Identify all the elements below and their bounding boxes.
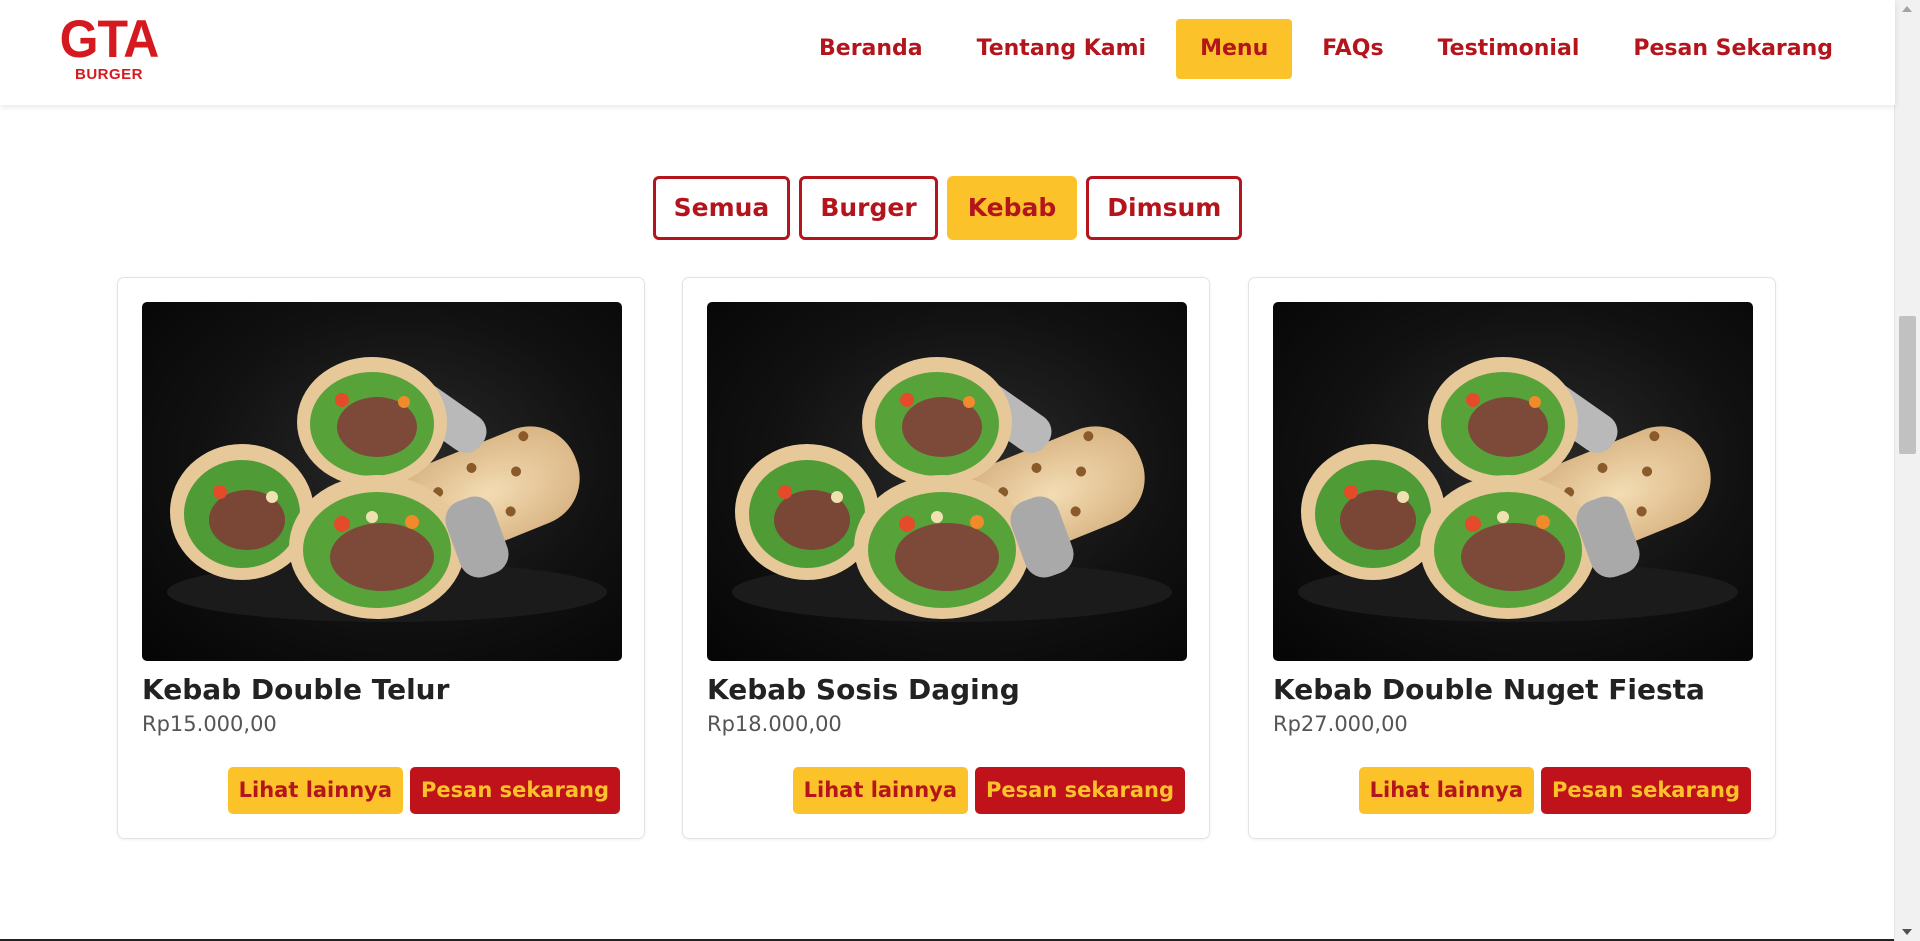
product-card: Kebab Double Nuget Fiesta Rp27.000,00 Li… [1248,277,1776,839]
kebab-illustration [732,357,1172,622]
main-nav: Beranda Tentang Kami Menu FAQs Testimoni… [795,19,1857,79]
filter-semua-button[interactable]: Semua [652,176,791,240]
logo-text: GTA [59,9,160,69]
filter-burger-button[interactable]: Burger [799,176,938,240]
see-more-button[interactable]: Lihat lainnya [1358,767,1535,814]
kebab-illustration [1298,357,1738,622]
scroll-thumb[interactable] [1899,316,1916,454]
vertical-scrollbar[interactable] [1894,0,1920,941]
kebab-image [707,302,1187,661]
see-more-button[interactable]: Lihat lainnya [792,767,969,814]
nav-item-tentang-kami[interactable]: Tentang Kami [953,19,1170,79]
kebab-image [142,302,622,661]
nav-item-faqs[interactable]: FAQs [1298,19,1407,79]
filter-kebab-button[interactable]: Kebab [946,176,1078,240]
product-price: Rp27.000,00 [1273,712,1408,736]
filter-dimsum-button[interactable]: Dimsum [1086,176,1243,240]
nav-item-menu[interactable]: Menu [1176,19,1293,79]
product-name: Kebab Double Nuget Fiesta [1273,673,1705,706]
product-name: Kebab Sosis Daging [707,673,1020,706]
logo-subtext: BURGER [74,66,143,83]
gta-burger-logo[interactable]: GTA BURGER [60,13,160,88]
see-more-button[interactable]: Lihat lainnya [227,767,404,814]
nav-item-pesan-sekarang[interactable]: Pesan Sekarang [1609,19,1857,79]
scroll-up-arrow-icon[interactable] [1902,6,1912,12]
product-card: Kebab Sosis Daging Rp18.000,00 Lihat lai… [682,277,1210,839]
nav-item-beranda[interactable]: Beranda [795,19,947,79]
kebab-image [1273,302,1753,661]
product-actions: Lihat lainnya Pesan sekarang [227,767,620,814]
kebab-illustration [167,357,607,622]
product-name: Kebab Double Telur [142,673,450,706]
order-now-button[interactable]: Pesan sekarang [410,767,620,814]
order-now-button[interactable]: Pesan sekarang [1541,767,1751,814]
scroll-down-arrow-icon[interactable] [1902,929,1912,935]
category-filters: Semua Burger Kebab Dimsum [0,176,1895,240]
nav-item-testimonial[interactable]: Testimonial [1414,19,1604,79]
site-header: GTA BURGER Beranda Tentang Kami Menu FAQ… [0,0,1895,105]
product-card: Kebab Double Telur Rp15.000,00 Lihat lai… [117,277,645,839]
product-actions: Lihat lainnya Pesan sekarang [792,767,1185,814]
order-now-button[interactable]: Pesan sekarang [975,767,1185,814]
product-price: Rp18.000,00 [707,712,842,736]
product-price: Rp15.000,00 [142,712,277,736]
product-actions: Lihat lainnya Pesan sekarang [1358,767,1751,814]
